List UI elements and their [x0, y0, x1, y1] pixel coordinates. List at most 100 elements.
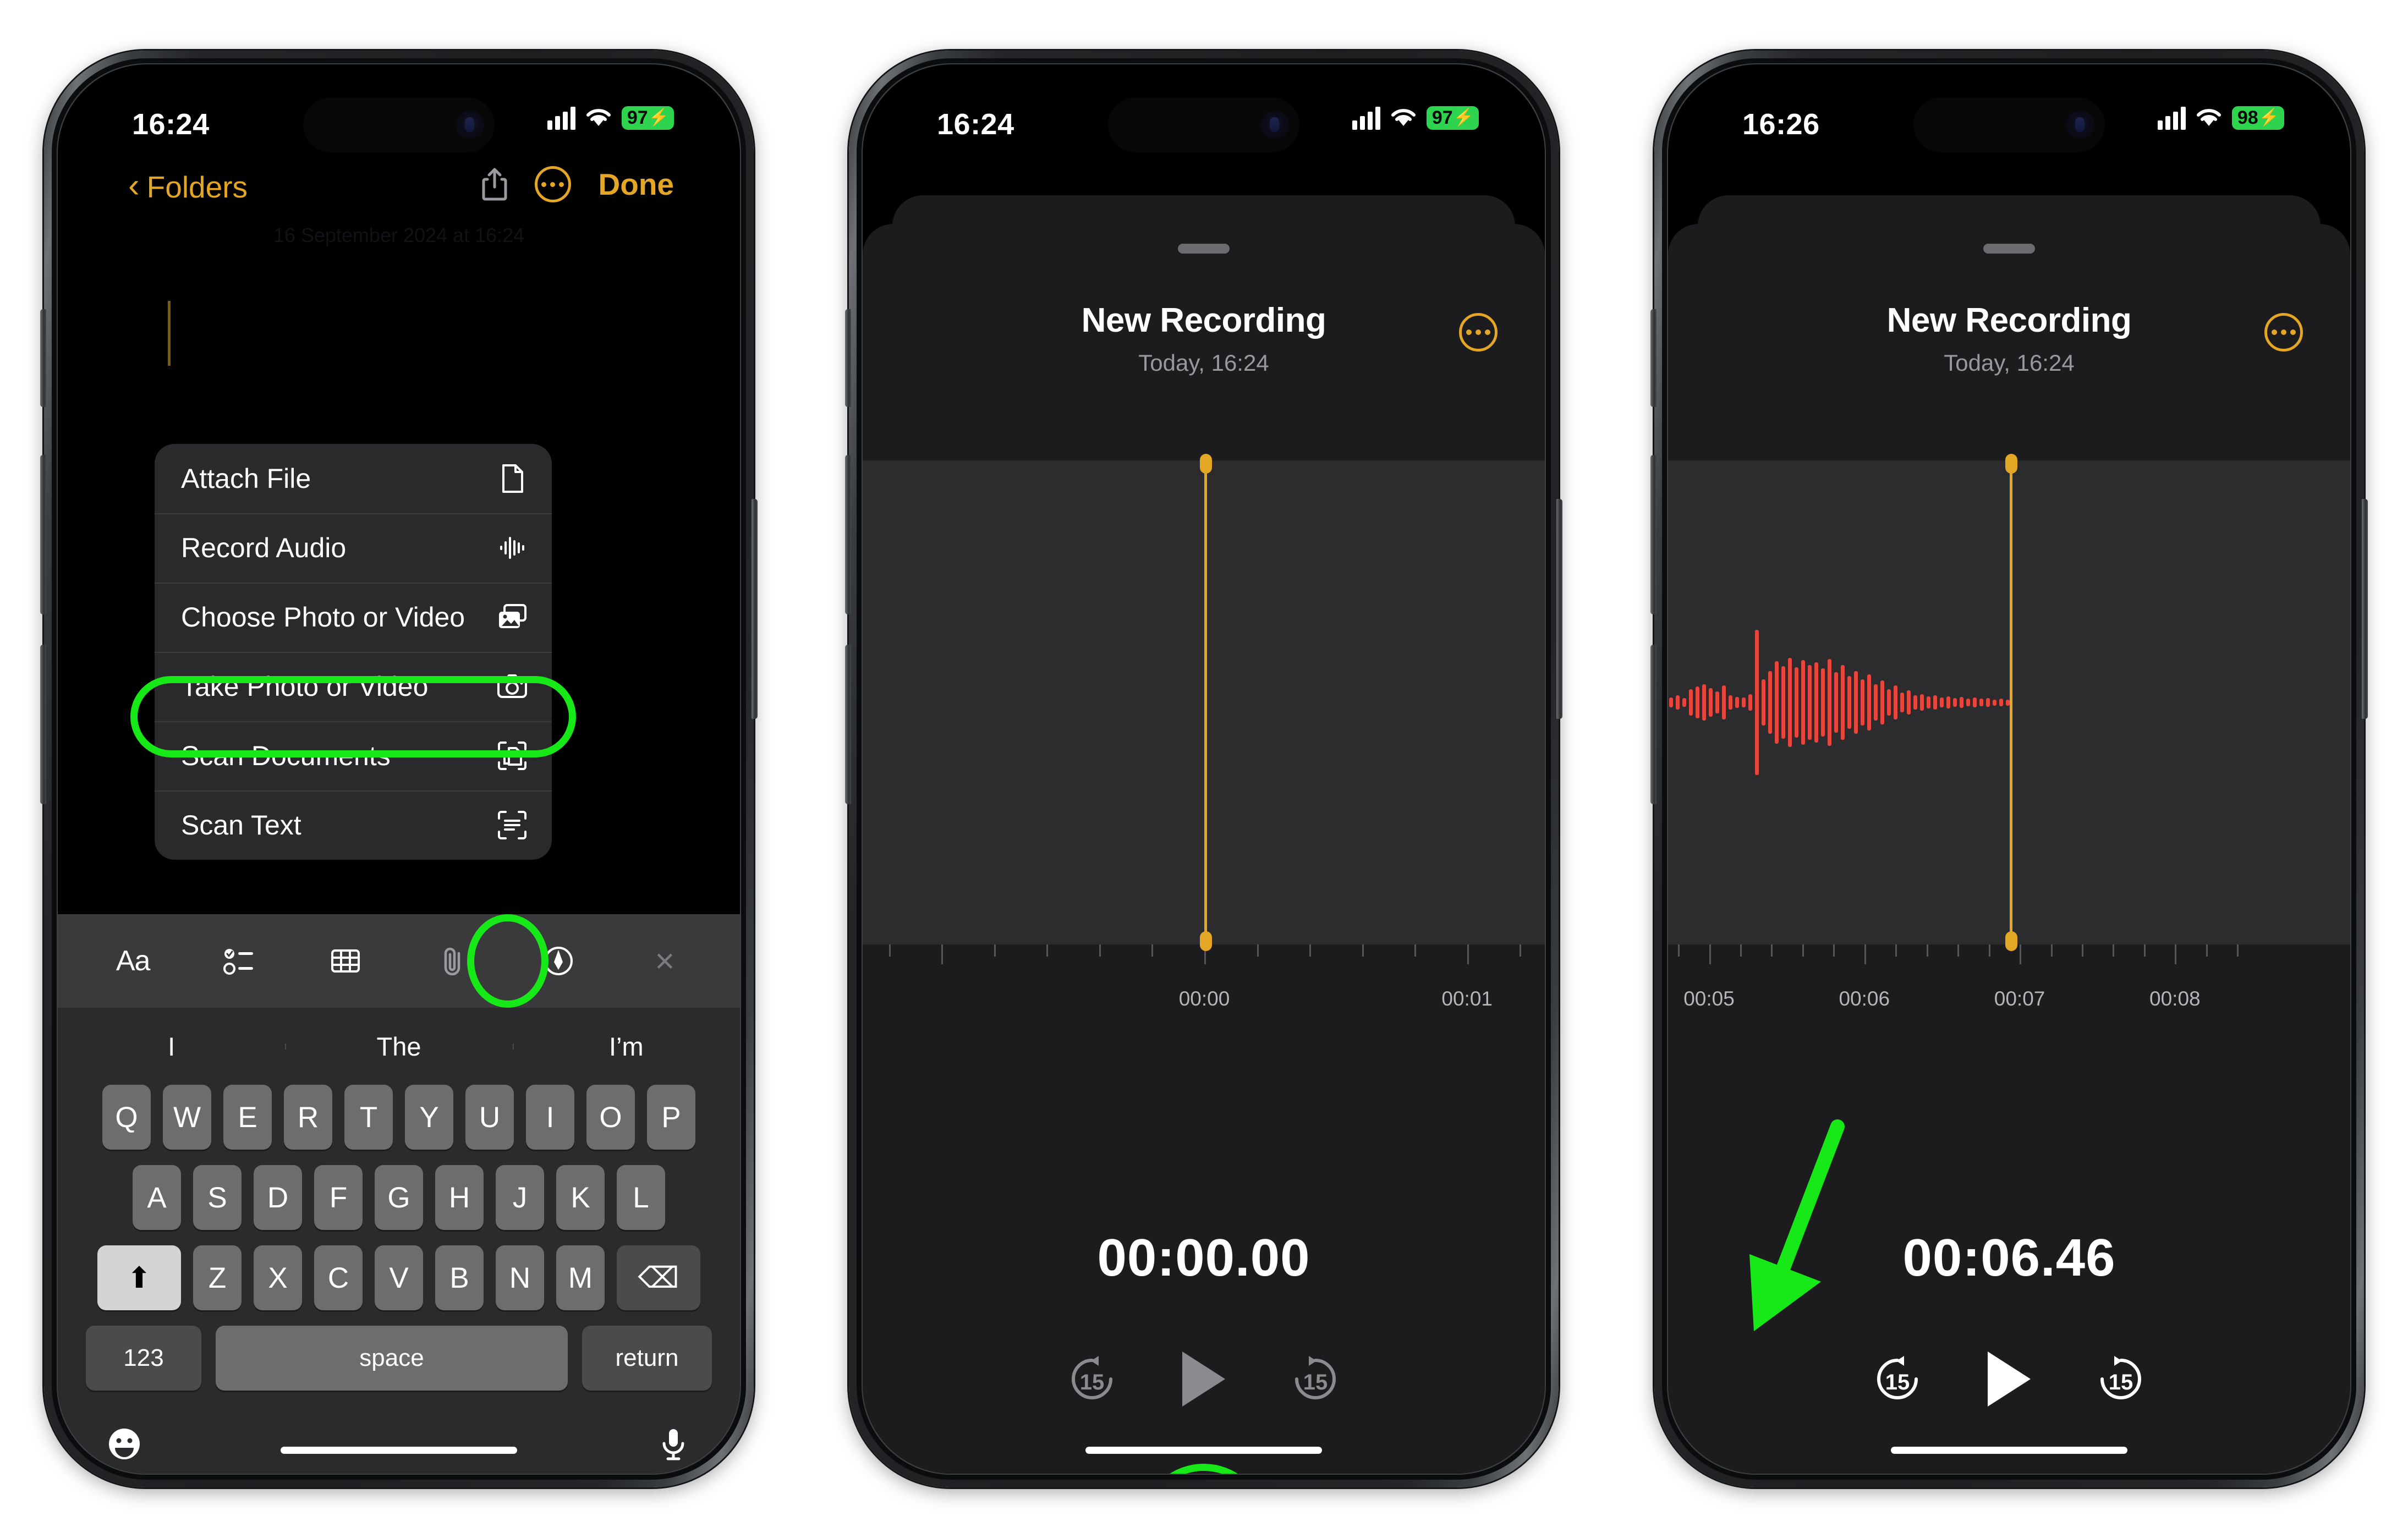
- key-d[interactable]: D: [254, 1165, 302, 1230]
- key-r[interactable]: R: [284, 1085, 332, 1150]
- ruler-tick: [2237, 944, 2239, 957]
- prediction-0[interactable]: I: [58, 1031, 285, 1062]
- back-to-folders-button[interactable]: ‹ Folders: [128, 169, 248, 205]
- more-options-button[interactable]: [534, 166, 571, 202]
- table-button[interactable]: [322, 937, 369, 985]
- sheet-grabber[interactable]: [1983, 244, 2035, 254]
- context-menu-item-choose-photo-or-video[interactable]: Choose Photo or Video: [155, 583, 552, 652]
- key-z[interactable]: Z: [193, 1245, 242, 1310]
- playhead-knob-top: [2005, 454, 2017, 474]
- key-space[interactable]: space: [216, 1326, 568, 1391]
- wifi-icon: [585, 107, 612, 129]
- waveform-bar: [1742, 697, 1746, 707]
- key-m[interactable]: M: [556, 1245, 605, 1310]
- more-options-button[interactable]: [1459, 313, 1498, 351]
- key-e[interactable]: E: [223, 1085, 272, 1150]
- key-shift[interactable]: ⬆: [97, 1245, 181, 1310]
- volume-up-button[interactable]: [40, 455, 46, 614]
- key-w[interactable]: W: [163, 1085, 211, 1150]
- key-q[interactable]: Q: [102, 1085, 151, 1150]
- skip-forward-15-button[interactable]: 15: [2096, 1354, 2146, 1404]
- home-indicator[interactable]: [281, 1447, 517, 1454]
- ruler-tick: [1520, 944, 1522, 957]
- action-button[interactable]: [845, 309, 851, 407]
- volume-down-button[interactable]: [40, 645, 46, 804]
- checklist-button[interactable]: [216, 937, 263, 985]
- skip-back-15-button[interactable]: 15: [1067, 1354, 1117, 1404]
- waveform-bar: [1808, 664, 1812, 740]
- scan-text-icon: [497, 810, 528, 841]
- power-button[interactable]: [2362, 499, 2368, 719]
- waveform-bar: [1682, 698, 1686, 707]
- context-menu-item-label: Record Audio: [181, 532, 347, 563]
- play-icon[interactable]: [1988, 1352, 2031, 1407]
- context-menu-item-scan-text[interactable]: Scan Text: [155, 790, 552, 860]
- key-v[interactable]: V: [375, 1245, 423, 1310]
- key-123[interactable]: 123: [86, 1326, 201, 1391]
- done-button[interactable]: Done: [599, 167, 674, 202]
- volume-up-button[interactable]: [845, 455, 851, 614]
- emoji-icon[interactable]: [105, 1425, 144, 1466]
- context-menu-item-attach-file[interactable]: Attach File: [155, 444, 552, 513]
- volume-down-button[interactable]: [845, 645, 851, 804]
- key-x[interactable]: X: [254, 1245, 302, 1310]
- key-return[interactable]: return: [582, 1326, 712, 1391]
- key-b[interactable]: B: [435, 1245, 484, 1310]
- key-o[interactable]: O: [586, 1085, 635, 1150]
- waveform-bar: [1986, 698, 1990, 707]
- context-menu-item-scan-documents[interactable]: Scan Documents: [155, 721, 552, 790]
- battery-percent: 97: [1431, 107, 1453, 128]
- key-c[interactable]: C: [314, 1245, 363, 1310]
- sheet-grabber[interactable]: [1178, 244, 1230, 254]
- close-toolbar-button[interactable]: ×: [641, 937, 688, 985]
- waveform-bar: [1999, 699, 2003, 706]
- ruler-tick: [2206, 944, 2208, 957]
- home-indicator[interactable]: [1891, 1447, 2127, 1454]
- wifi-icon: [1390, 107, 1417, 129]
- waveform-area[interactable]: [1668, 460, 2350, 944]
- ruler-label: 00:01: [1441, 987, 1493, 1010]
- playhead[interactable]: [2005, 454, 2017, 951]
- key-y[interactable]: Y: [405, 1085, 453, 1150]
- key-j[interactable]: J: [496, 1165, 544, 1230]
- key-backspace[interactable]: ⌫: [617, 1245, 700, 1310]
- waveform-area[interactable]: [863, 460, 1545, 944]
- prediction-2[interactable]: I’m: [512, 1031, 740, 1062]
- key-f[interactable]: F: [314, 1165, 363, 1230]
- key-p[interactable]: P: [647, 1085, 695, 1150]
- waveform-bar: [1953, 698, 1957, 707]
- skip-back-15-button[interactable]: 15: [1872, 1354, 1923, 1404]
- prediction-1[interactable]: The: [285, 1031, 512, 1062]
- key-s[interactable]: S: [193, 1165, 242, 1230]
- more-options-button[interactable]: [2264, 313, 2303, 351]
- ruler-tick: [1309, 944, 1312, 957]
- playhead[interactable]: [1199, 454, 1212, 951]
- microphone-icon[interactable]: [654, 1425, 693, 1466]
- skip-forward-15-button[interactable]: 15: [1290, 1354, 1341, 1404]
- action-button[interactable]: [40, 309, 46, 407]
- voice-memo-sheet: New Recording Today, 16:24 00:00 00:01 00…: [863, 224, 1545, 1474]
- phone-device-1: 16:24 97 ⚡ ‹ Folders Done 16 September 2…: [40, 51, 758, 1487]
- home-indicator[interactable]: [1085, 1447, 1322, 1454]
- volume-down-button[interactable]: [1650, 645, 1656, 804]
- key-h[interactable]: H: [435, 1165, 484, 1230]
- context-menu-item-take-photo-or-video[interactable]: Take Photo or Video: [155, 652, 552, 721]
- key-t[interactable]: T: [344, 1085, 393, 1150]
- context-menu-item-record-audio[interactable]: Record Audio: [155, 513, 552, 583]
- key-n[interactable]: N: [496, 1245, 544, 1310]
- power-button[interactable]: [1556, 499, 1562, 719]
- play-icon[interactable]: [1182, 1352, 1225, 1407]
- share-icon[interactable]: [482, 167, 507, 201]
- power-button[interactable]: [752, 499, 758, 719]
- key-k[interactable]: K: [556, 1165, 605, 1230]
- key-u[interactable]: U: [465, 1085, 514, 1150]
- highlight-attach-button: [467, 914, 548, 1008]
- key-i[interactable]: I: [526, 1085, 574, 1150]
- volume-up-button[interactable]: [1650, 455, 1656, 614]
- key-l[interactable]: L: [617, 1165, 665, 1230]
- action-button[interactable]: [1650, 309, 1656, 407]
- key-a[interactable]: A: [133, 1165, 181, 1230]
- format-text-button[interactable]: Aa: [109, 937, 157, 985]
- dot: [550, 182, 555, 187]
- key-g[interactable]: G: [375, 1165, 423, 1230]
